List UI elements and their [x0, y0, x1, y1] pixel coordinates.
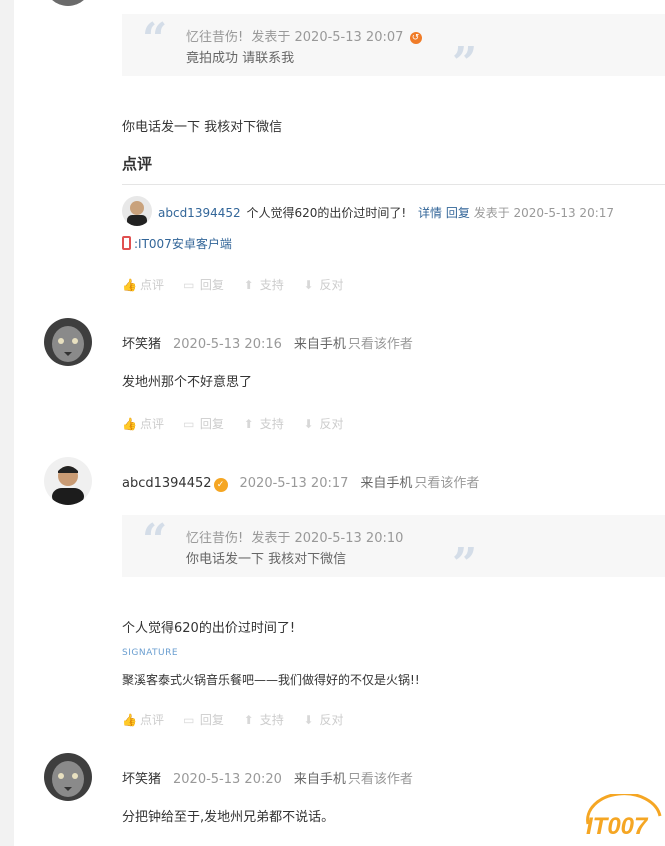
reply-button[interactable]: ▭ 回复: [182, 711, 224, 728]
reply-button[interactable]: ▭ 回复: [182, 415, 224, 432]
reply-link[interactable]: 回复: [446, 206, 470, 220]
support-label: 支持: [259, 713, 284, 727]
client-label: :IT007安卓客户端: [134, 237, 232, 251]
quote-posted-prefix: 发表于: [251, 531, 291, 546]
post-source: 来自手机: [360, 476, 413, 491]
commenter-avatar[interactable]: [122, 196, 152, 226]
reply-icon: ▭: [183, 713, 195, 727]
post-meta: 坏笑猪 2020-5-13 20:20 来自手机 只看该作者: [122, 768, 413, 787]
oppose-label: 反对: [319, 278, 344, 292]
signature-text: 聚溪客泰式火锅音乐餐吧——我们做得好的不仅是火锅!!: [122, 673, 420, 687]
arrow-up-icon: ⬆: [243, 278, 254, 292]
reply-icon: ▭: [183, 278, 195, 292]
reply-label: 回复: [199, 417, 224, 431]
arrow-down-icon: ⬇: [303, 417, 314, 431]
left-gutter: [0, 0, 14, 846]
it007-logo: IT007: [580, 792, 665, 846]
mobile-phone-icon: [122, 236, 131, 250]
username[interactable]: abcd1394452: [122, 476, 212, 491]
quote-posted-prefix: 发表于: [251, 30, 291, 45]
close-quote-icon: ”: [452, 38, 478, 89]
rate-label: 点评: [140, 278, 165, 292]
rate-button[interactable]: 👍 点评: [122, 276, 164, 293]
support-button[interactable]: ⬆ 支持: [242, 711, 284, 728]
quote-header: 忆往昔伤! 发表于 2020-5-13 20:10: [186, 527, 403, 546]
post-time: 2020-5-13 20:20: [173, 772, 282, 787]
client-source[interactable]: :IT007安卓客户端: [122, 235, 232, 252]
post-message: 分把钟给至于,发地州兄弟都不说话。: [122, 810, 335, 825]
username[interactable]: 坏笑猪: [122, 772, 161, 787]
divider: [122, 184, 665, 185]
open-quote-icon: “: [142, 14, 168, 65]
username[interactable]: 坏笑猪: [122, 337, 161, 352]
rate-label: 点评: [140, 713, 165, 727]
only-author-link[interactable]: 只看该作者: [348, 772, 413, 787]
oppose-button[interactable]: ⬇ 反对: [302, 711, 344, 728]
post-actions: 👍 点评 ▭ 回复 ⬆ 支持 ⬇ 反对: [122, 711, 358, 728]
return-arrow-icon[interactable]: ↺: [409, 32, 422, 44]
detail-link[interactable]: 详情: [418, 206, 442, 220]
reply-label: 回复: [199, 713, 224, 727]
quote-author: 忆往昔伤!: [186, 531, 244, 546]
arrow-down-icon: ⬇: [303, 278, 314, 292]
quote-body: 你电话发一下 我核对下微信: [186, 552, 347, 567]
comment-section-title: 点评: [122, 155, 153, 173]
comment-text: 个人觉得620的出价过时间了!: [246, 206, 407, 220]
thumb-icon: 👍: [122, 417, 137, 431]
comment-entry: abcd1394452 个人觉得620的出价过时间了! 详情 回复 发表于 20…: [158, 204, 614, 221]
signature-label: SIGNATURE: [122, 648, 179, 658]
post-message: 个人觉得620的出价过时间了!: [122, 621, 296, 636]
quote-block: “ 忆往昔伤! 发表于 2020-5-13 20:10 你电话发一下 我核对下微…: [122, 515, 665, 587]
post-meta: abcd1394452 ✓ 2020-5-13 20:17 来自手机 只看该作者: [122, 472, 479, 492]
post-actions: 👍 点评 ▭ 回复 ⬆ 支持 ⬇ 反对: [122, 415, 358, 432]
post-message: 发地州那个不好意思了: [122, 375, 253, 390]
quote-author: 忆往昔伤!: [186, 30, 244, 45]
post-source: 来自手机: [293, 337, 346, 352]
post-message: 你电话发一下 我核对下微信: [122, 120, 283, 135]
avatar[interactable]: [44, 0, 92, 6]
reply-label: 回复: [199, 278, 224, 292]
oppose-button[interactable]: ⬇ 反对: [302, 415, 344, 432]
oppose-label: 反对: [319, 417, 344, 431]
commenter-name[interactable]: abcd1394452: [158, 206, 241, 220]
arrow-up-icon: ⬆: [243, 417, 254, 431]
post-source: 来自手机: [293, 772, 346, 787]
arrow-up-icon: ⬆: [243, 713, 254, 727]
post-time: 2020-5-13 20:16: [173, 337, 282, 352]
only-author-link[interactable]: 只看该作者: [414, 476, 479, 491]
rate-button[interactable]: 👍 点评: [122, 711, 164, 728]
reply-icon: ▭: [183, 417, 195, 431]
post-actions: 👍 点评 ▭ 回复 ⬆ 支持 ⬇ 反对: [122, 276, 358, 293]
avatar[interactable]: [44, 753, 92, 801]
thumb-icon: 👍: [122, 278, 137, 292]
only-author-link[interactable]: 只看该作者: [348, 337, 413, 352]
rate-label: 点评: [140, 417, 165, 431]
support-button[interactable]: ⬆ 支持: [242, 276, 284, 293]
post-time: 2020-5-13 20:17: [239, 476, 349, 491]
comment-time: 发表于 2020-5-13 20:17: [473, 206, 615, 220]
verified-badge-icon: ✓: [213, 478, 228, 492]
support-button[interactable]: ⬆ 支持: [242, 415, 284, 432]
quote-header: 忆往昔伤! 发表于 2020-5-13 20:07 ↺: [186, 26, 422, 45]
quote-block: “ 忆往昔伤! 发表于 2020-5-13 20:07 ↺ 竟拍成功 请联系我 …: [122, 14, 665, 86]
quote-time: 2020-5-13 20:07: [294, 30, 404, 45]
arrow-down-icon: ⬇: [303, 713, 314, 727]
logo-text: IT007: [586, 813, 649, 840]
support-label: 支持: [259, 417, 284, 431]
quote-time: 2020-5-13 20:10: [294, 531, 404, 546]
support-label: 支持: [259, 278, 284, 292]
avatar[interactable]: [44, 457, 92, 505]
reply-button[interactable]: ▭ 回复: [182, 276, 224, 293]
avatar[interactable]: [44, 318, 92, 366]
thumb-icon: 👍: [122, 713, 137, 727]
open-quote-icon: “: [142, 515, 168, 566]
close-quote-icon: ”: [452, 539, 478, 590]
oppose-label: 反对: [319, 713, 344, 727]
oppose-button[interactable]: ⬇ 反对: [302, 276, 344, 293]
quote-body: 竟拍成功 请联系我: [186, 51, 295, 66]
rate-button[interactable]: 👍 点评: [122, 415, 164, 432]
post-meta: 坏笑猪 2020-5-13 20:16 来自手机 只看该作者: [122, 333, 413, 352]
